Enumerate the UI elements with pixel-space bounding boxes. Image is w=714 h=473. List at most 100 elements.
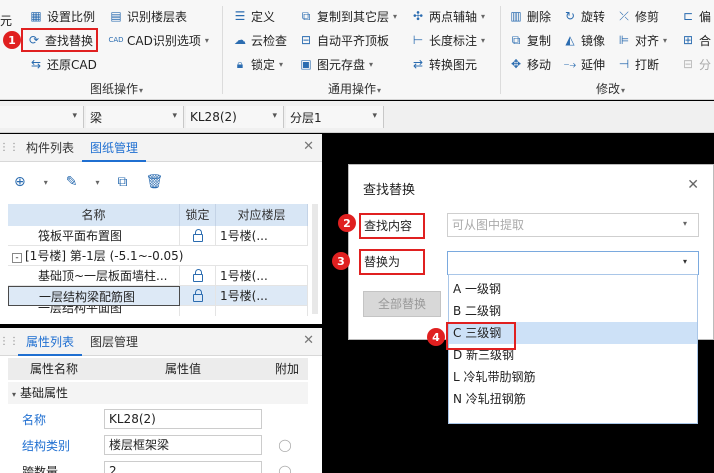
tab-property-list[interactable]: 属性列表 (18, 328, 83, 356)
lock-icon[interactable] (192, 229, 203, 242)
cad-icon: CAD (108, 36, 124, 44)
tab-component-list[interactable]: 构件列表 (18, 134, 82, 162)
scale-icon: ▦ (30, 9, 42, 23)
option-n[interactable]: N 冷轧扭钢筋 (449, 388, 697, 410)
define-icon: ☰ (234, 9, 246, 23)
align-top-icon: ⊟ (300, 33, 312, 47)
drawing-panel-tabs: ⋮⋮ 构件列表 图纸管理 ✕ (0, 134, 322, 162)
drawing-toolbar: ⊕ ▾ ✎ ▾ ⧉ 🗑︎ (14, 170, 163, 194)
collapse-toggle-icon[interactable]: - (12, 253, 22, 263)
chevron-down-icon[interactable]: ▾ (95, 178, 99, 187)
find-replace-icon: ⟳ (28, 33, 40, 47)
table-row-selected[interactable]: 一层结构梁配筋图 1号楼(... (8, 286, 308, 306)
cloud-check-button[interactable]: ☁ 云检查 (232, 30, 287, 50)
floor-select[interactable]: ▾ (0, 106, 84, 128)
replace-all-button[interactable]: 全部替换 (363, 291, 441, 317)
copy-to-floor-button[interactable]: ⧉ 复制到其它层 ▾ (298, 6, 397, 26)
column-header-prop-value: 属性值 (164, 362, 201, 376)
copy-layer-icon: ⧉ (301, 8, 311, 23)
table-row[interactable]: 基础顶~一层板面墙柱... 1号楼(... (8, 266, 308, 286)
auto-align-button[interactable]: ⊟ 自动平齐顶板 (298, 30, 389, 50)
delete-drawing-icon[interactable]: 🗑︎ (146, 174, 164, 190)
axis-icon: ✣ (412, 9, 424, 23)
find-replace-button[interactable]: ⟳ 查找替换 (21, 28, 99, 52)
selector-bar: ▾ 梁 ▾ KL28(2) ▾ 分层1 ▾ (0, 101, 714, 133)
step-badge-3: 3 (332, 252, 350, 270)
scrollbar[interactable] (312, 204, 318, 314)
merge-icon: ⊞ (682, 33, 694, 47)
add-drawing-icon[interactable]: ⊕ (14, 174, 26, 190)
cad-options-button[interactable]: CAD CAD识别选项 ▾ (108, 30, 208, 50)
table-row[interactable]: - [1号楼] 第-1层 (-5.1~-0.05) (8, 246, 308, 266)
close-icon[interactable]: ✕ (303, 139, 314, 154)
grip-icon[interactable]: ⋮⋮ (0, 134, 19, 162)
chevron-down-icon: ▾ (393, 11, 398, 21)
lock-button[interactable]: 🔒︎ 锁定 ▾ (232, 54, 283, 74)
delete-button[interactable]: ▥ 删除 (508, 6, 551, 26)
chevron-down-icon: ▾ (377, 86, 382, 95)
merge-button[interactable]: ⊞ 合 (680, 30, 711, 50)
mirror-icon: ◭ (565, 33, 575, 47)
close-icon[interactable]: ✕ (303, 333, 314, 348)
chevron-down-icon: ▾ (139, 86, 144, 95)
offset-icon: ⊏ (682, 9, 694, 23)
tab-drawing-management[interactable]: 图纸管理 (82, 134, 147, 162)
section-basic[interactable]: ▾ 基础属性 (8, 382, 308, 404)
copy-drawing-icon[interactable]: ⧉ (118, 174, 128, 190)
chevron-down-icon[interactable]: ▾ (683, 257, 687, 266)
chevron-down-icon: ▾ (369, 59, 374, 69)
property-value-field[interactable]: KL28(2) (104, 409, 262, 429)
find-input[interactable]: 可从图中提取 (447, 213, 699, 237)
rotate-button[interactable]: ↻ 旋转 (562, 6, 605, 26)
table-row[interactable]: 名称 KL28(2) (8, 406, 308, 432)
convert-element-button[interactable]: ⇄ 转换图元 (410, 54, 477, 74)
set-scale-button[interactable]: ▦ 设置比例 (28, 6, 95, 26)
type-select[interactable]: 梁 ▾ (86, 106, 184, 128)
identify-floor-table-button[interactable]: ▤ 识别楼层表 (108, 6, 187, 26)
mirror-button[interactable]: ◭ 镜像 (562, 30, 605, 50)
chevron-down-icon: ▾ (72, 111, 77, 121)
layer-select[interactable]: 分层1 ▾ (286, 106, 384, 128)
component-select[interactable]: KL28(2) ▾ (186, 106, 284, 128)
property-value-field[interactable]: 2 (104, 461, 262, 473)
copy-button[interactable]: ⧉ 复制 (508, 30, 551, 50)
option-l[interactable]: L 冷轧带肋钢筋 (449, 366, 697, 388)
chevron-down-icon: ▾ (481, 11, 486, 21)
table-row[interactable]: 筏板平面布置图 1号楼(... (8, 226, 308, 246)
group-label-modify: 修改▾ (596, 82, 626, 96)
extra-checkbox[interactable]: ◯ (262, 438, 308, 452)
length-dim-button[interactable]: ⊢ 长度标注 ▾ (410, 30, 485, 50)
chevron-down-icon: ▾ (481, 35, 486, 45)
save-element-button[interactable]: ▣ 图元存盘 ▾ (298, 54, 373, 74)
define-button[interactable]: ☰ 定义 (232, 6, 275, 26)
drawing-table: 名称 锁定 对应楼层 筏板平面布置图 1号楼(... - [1号楼] 第-1层 (… (8, 204, 308, 316)
close-icon[interactable]: ✕ (687, 177, 699, 193)
break-button[interactable]: ⊣ 打断 (616, 54, 659, 74)
edit-drawing-icon[interactable]: ✎ (66, 174, 78, 190)
chevron-down-icon[interactable]: ▾ (44, 178, 48, 187)
restore-icon: ⇆ (30, 57, 42, 71)
lock-icon[interactable] (192, 269, 203, 282)
table-row[interactable]: 一层结构平面图 (8, 306, 308, 316)
table-row[interactable]: 跨数量 2 ◯ (8, 458, 308, 473)
option-a[interactable]: A 一级钢 (449, 278, 697, 300)
align-button[interactable]: ⊫ 对齐 ▾ (616, 30, 667, 50)
extend-button[interactable]: ⤍ 延伸 (562, 54, 605, 74)
two-point-axis-button[interactable]: ✣ 两点辅轴 ▾ (410, 6, 485, 26)
move-button[interactable]: ✥ 移动 (508, 54, 551, 74)
offset-button[interactable]: ⊏ 偏 (680, 6, 711, 26)
replace-select[interactable] (447, 251, 699, 275)
lock-icon[interactable] (192, 289, 203, 302)
extra-checkbox[interactable]: ◯ (262, 464, 308, 473)
restore-cad-button[interactable]: ⇆ 还原CAD (28, 54, 97, 74)
option-b[interactable]: B 二级钢 (449, 300, 697, 322)
grip-icon[interactable]: ⋮⋮ (0, 328, 19, 356)
tab-layer-management[interactable]: 图层管理 (82, 328, 146, 356)
table-row[interactable]: 结构类别 楼层框架梁 ◯ (8, 432, 308, 458)
chevron-down-icon: ▾ (279, 59, 284, 69)
split-button[interactable]: ⊟ 分 (680, 54, 711, 74)
trim-button[interactable]: ⤫ 修剪 (616, 6, 659, 26)
property-panel-tabs: ⋮⋮ 属性列表 图层管理 ✕ (0, 328, 322, 356)
property-value-field[interactable]: 楼层框架梁 (104, 435, 262, 455)
chevron-down-icon[interactable]: ▾ (683, 219, 687, 228)
